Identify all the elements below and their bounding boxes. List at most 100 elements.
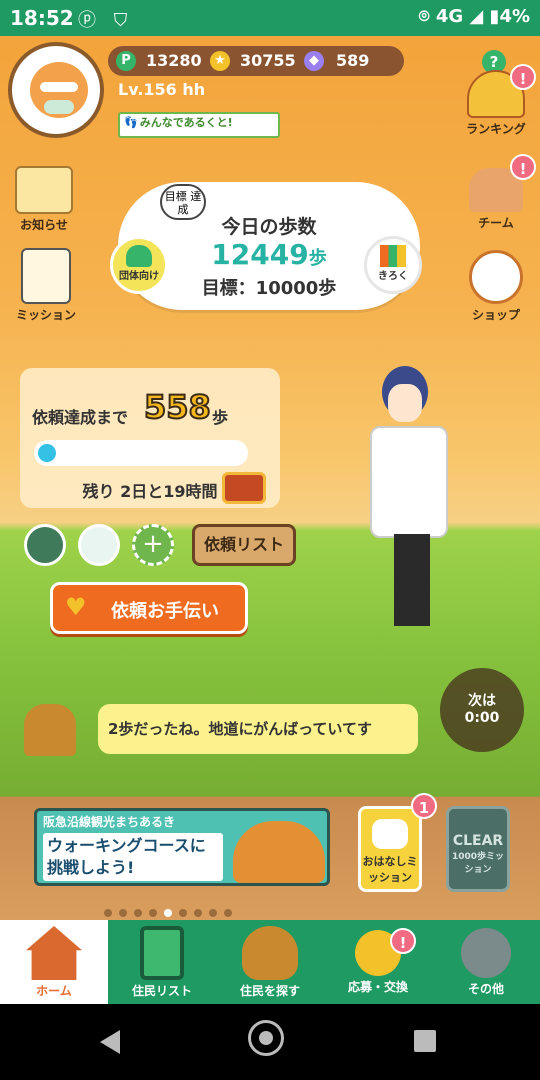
tab-search[interactable]: 住民を探す — [216, 920, 324, 1004]
news-label: お知らせ — [20, 218, 68, 232]
request-help-label: 依頼お手伝い — [111, 601, 219, 622]
news-button[interactable]: お知らせ — [4, 166, 84, 233]
request-help-button[interactable]: ♥ 依頼お手伝い — [50, 582, 248, 634]
request-progress-bar — [34, 440, 248, 466]
bottom-tab-bar: ホーム 住民リスト 住民を探す 応募・交換 ! その他 — [0, 920, 540, 1004]
point-icon: P — [116, 51, 136, 71]
tab-exchange-label: 応募・交換 — [347, 980, 408, 994]
carousel-dot[interactable] — [224, 909, 232, 917]
request-label: 依頼達成まで — [32, 408, 129, 427]
coin-icon: ★ — [210, 51, 230, 71]
shop-label: ショップ — [471, 308, 520, 322]
bar-chart-icon — [380, 245, 406, 267]
coins-value: 30755 — [240, 51, 296, 70]
shop-button[interactable]: ショップ — [456, 250, 536, 323]
next-label: 次は — [468, 693, 496, 709]
tab-residents[interactable]: 住民リスト — [108, 920, 216, 1004]
battery-level: 4% — [499, 6, 530, 27]
professor-character[interactable] — [356, 366, 476, 636]
carousel-dot[interactable] — [194, 909, 202, 917]
team-button[interactable]: チーム ! — [456, 154, 536, 231]
ranking-alert-badge: ! — [510, 64, 536, 90]
group-icon — [126, 245, 152, 267]
request-progress-fill — [38, 444, 56, 462]
request-list-button[interactable]: 依頼リスト — [192, 524, 296, 566]
request-remaining-steps: 558 — [143, 387, 212, 427]
character-labcoat — [370, 426, 448, 538]
tab-other[interactable]: その他 — [432, 920, 540, 1004]
team-label: チーム — [478, 216, 514, 230]
today-steps-title: 今日の歩数 — [221, 216, 317, 238]
step-count-value: 12449 — [211, 238, 309, 271]
mission-button[interactable]: ミッション — [6, 248, 86, 323]
carousel-dot[interactable] — [104, 909, 112, 917]
banner-title: ウォーキングコースに挑戦しよう! — [43, 833, 223, 881]
carousel-dot[interactable] — [119, 909, 127, 917]
character-legs — [394, 534, 430, 626]
network-label: 4G — [435, 6, 464, 27]
step-mission-label: 1000歩ミッション — [451, 852, 505, 875]
gear-icon — [461, 928, 511, 978]
conductor-character-icon — [233, 821, 325, 883]
treasure-chest-icon[interactable] — [222, 472, 266, 504]
exchange-alert-badge: ! — [390, 928, 416, 954]
speech-bubble-icon — [372, 819, 408, 849]
walking-course-banner[interactable]: 阪急沿線観光まちあるき ウォーキングコースに挑戦しよう! — [34, 808, 330, 886]
team-alert-badge: ! — [510, 154, 536, 180]
request-unit: 歩 — [212, 408, 229, 427]
step-mission-card[interactable]: CLEAR 1000歩ミッション — [446, 806, 510, 892]
gem-icon: ◆ — [304, 51, 324, 71]
back-icon[interactable] — [100, 1030, 120, 1054]
character-face — [388, 384, 422, 422]
carousel-dot[interactable] — [179, 909, 187, 917]
envelope-icon — [15, 166, 73, 214]
house-icon — [26, 926, 82, 980]
walk-together-badge[interactable]: 👣 みんなであるくと! — [118, 112, 280, 138]
currency-bar: P 13280 ★ 30755 ◆ 589 ? — [108, 46, 506, 76]
ranking-button[interactable]: ランキング ! — [456, 64, 536, 137]
talk-mission-card[interactable]: おはなしミッション 1 — [358, 793, 437, 892]
signal-icon: ◢ — [469, 6, 484, 27]
group-button[interactable]: 団体向け — [110, 236, 168, 294]
ranking-label: ランキング — [466, 122, 526, 136]
talk-mission-badge: 1 — [411, 793, 437, 819]
member-avatar-2[interactable] — [78, 524, 120, 566]
points-value: 13280 — [146, 51, 202, 70]
goal-achieved-bubble: 目標 達成 — [160, 184, 206, 220]
mission-label: ミッション — [15, 308, 76, 322]
status-bar: 18:52 ⓟ ⛉ ⌾ 4G ◢ ▮4% — [0, 0, 540, 36]
mole-character-icon — [24, 704, 76, 756]
carousel-dot[interactable] — [134, 909, 142, 917]
next-time: 0:00 — [464, 710, 500, 726]
tab-exchange[interactable]: 応募・交換 ! — [324, 920, 432, 1004]
record-button[interactable]: きろく — [364, 236, 422, 294]
carousel-dot[interactable] — [164, 909, 172, 917]
location-icon: ⌾ — [418, 6, 430, 27]
step-unit: 歩 — [308, 248, 327, 269]
tab-home[interactable]: ホーム — [0, 920, 108, 1004]
tab-search-label: 住民を探す — [239, 984, 300, 998]
avatar[interactable] — [8, 42, 104, 138]
home-screen: P 13280 ★ 30755 ◆ 589 ? Lv.156 hh 👣 みんなであ… — [0, 36, 540, 920]
member-avatar-1[interactable] — [24, 524, 66, 566]
mission-clipboard-icon — [21, 248, 71, 304]
clear-label: CLEAR — [452, 833, 504, 849]
home-nav-icon[interactable] — [248, 1020, 284, 1056]
battery-icon: ▮ — [489, 6, 500, 27]
shop-icon — [469, 250, 523, 304]
book-icon — [140, 926, 184, 980]
carousel-dot[interactable] — [209, 909, 217, 917]
add-member-button[interactable]: + — [132, 524, 174, 566]
record-label: きろく — [378, 271, 408, 282]
carousel-dots[interactable] — [104, 902, 239, 920]
handshake-icon: ♥ — [65, 593, 87, 621]
carousel-dot[interactable] — [149, 909, 157, 917]
level-label: Lv.156 hh — [118, 80, 206, 99]
clock: 18:52 — [10, 6, 74, 30]
omikuji-next-button[interactable]: 次は 0:00 — [440, 668, 524, 752]
recents-icon[interactable] — [414, 1030, 436, 1052]
tab-home-label: ホーム — [36, 984, 72, 998]
system-nav-bar — [0, 1004, 540, 1080]
status-icons: ⓟ ⛉ — [78, 10, 134, 31]
avatar-character — [30, 62, 88, 118]
